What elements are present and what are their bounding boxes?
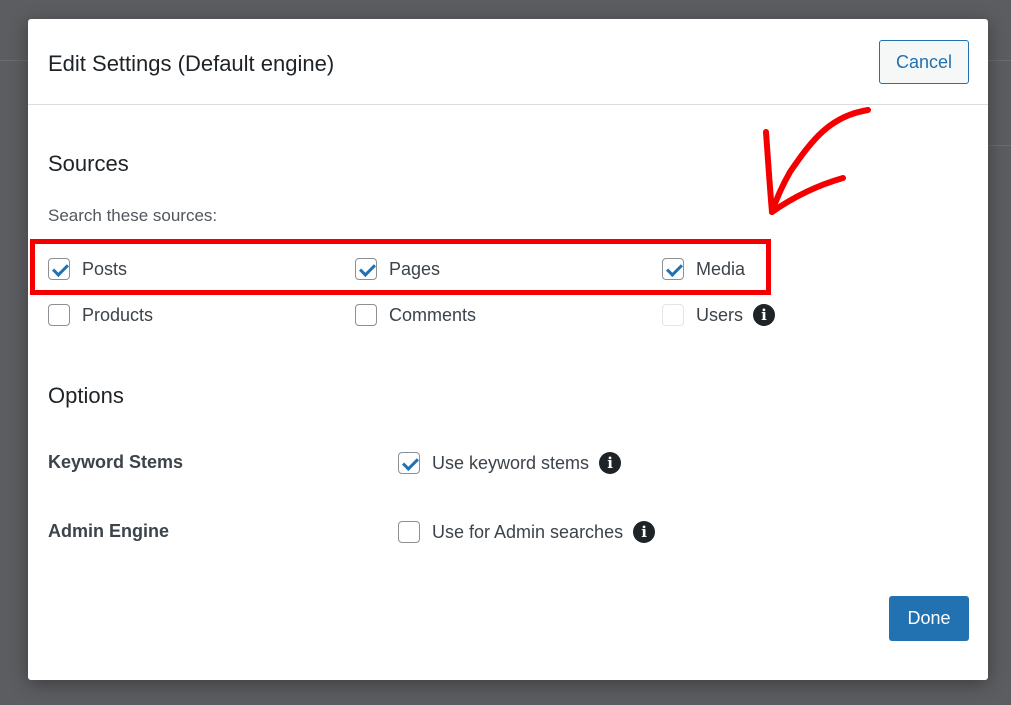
backdrop-divider (988, 60, 1011, 61)
backdrop-divider (988, 145, 1011, 146)
modal-title: Edit Settings (Default engine) (48, 51, 335, 76)
users-checkbox (662, 304, 684, 326)
cancel-button[interactable]: Cancel (879, 40, 969, 84)
keyword-stems-label: Keyword Stems (48, 452, 184, 472)
admin-engine-label: Admin Engine (48, 521, 169, 541)
comments-label: Comments (389, 304, 477, 325)
backdrop-divider (0, 60, 28, 61)
source-products[interactable]: Products (48, 302, 153, 328)
sources-prompt: Search these sources: (48, 206, 218, 225)
info-icon[interactable]: i (753, 304, 776, 326)
users-label: Users (696, 304, 744, 325)
options-heading: Options (48, 383, 124, 408)
comments-checkbox[interactable] (355, 304, 377, 326)
keyword-stems-option[interactable]: Use keyword stems i (398, 450, 622, 476)
source-users: Users i (662, 302, 776, 328)
admin-searches-checkbox[interactable] (398, 521, 420, 543)
sources-heading: Sources (48, 151, 129, 176)
products-checkbox[interactable] (48, 304, 70, 326)
admin-engine-option[interactable]: Use for Admin searches i (398, 519, 656, 545)
edit-settings-modal: Edit Settings (Default engine) Cancel So… (28, 19, 988, 680)
modal-header: Edit Settings (Default engine) Cancel (28, 19, 988, 105)
admin-searches-checkbox-label: Use for Admin searches (432, 521, 624, 542)
keyword-stems-checkbox[interactable] (398, 452, 420, 474)
keyword-stems-checkbox-label: Use keyword stems (432, 452, 590, 473)
info-icon[interactable]: i (599, 452, 622, 474)
source-comments[interactable]: Comments (355, 302, 476, 328)
products-label: Products (82, 304, 154, 325)
highlight-box (30, 239, 771, 295)
done-button[interactable]: Done (889, 596, 969, 641)
info-icon[interactable]: i (633, 521, 656, 543)
